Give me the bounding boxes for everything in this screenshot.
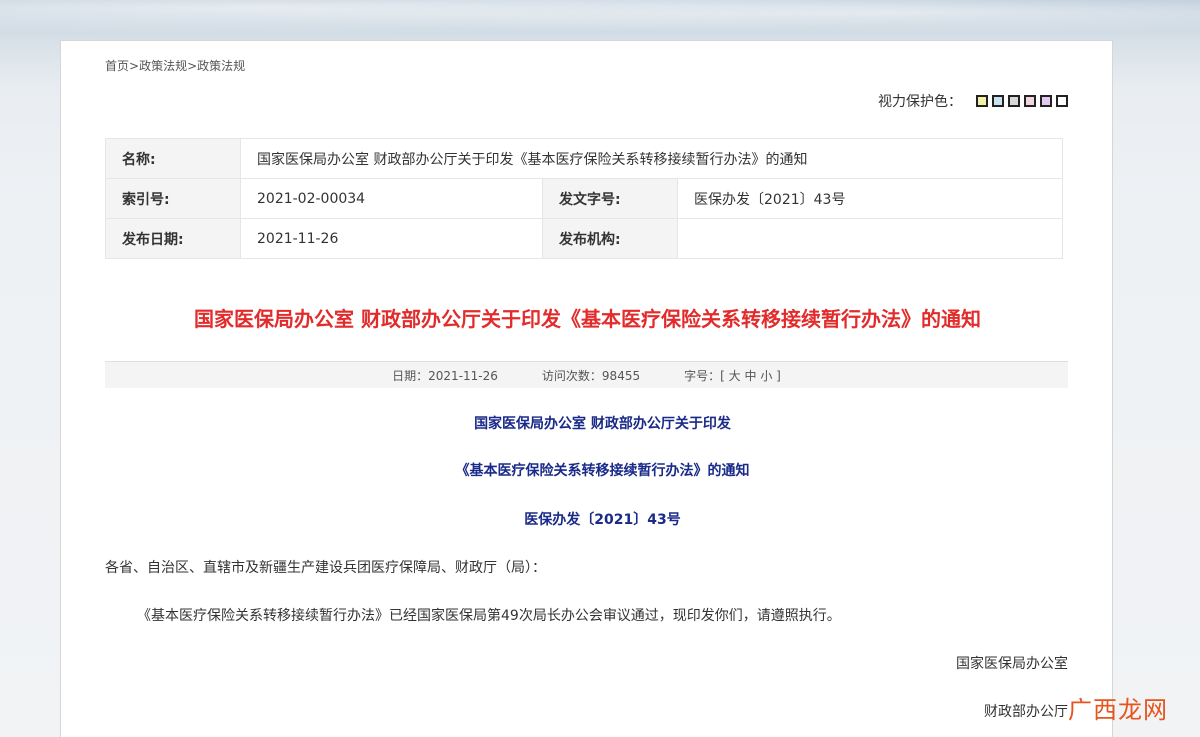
breadcrumb-separator: > <box>187 59 198 73</box>
meta-docno-key: 发文字号: <box>542 178 678 219</box>
breadcrumb-separator: > <box>129 59 140 73</box>
meta-date-value: 2021-11-26 <box>240 218 543 259</box>
font-size-selector: 字号：[ 大 中 小 ] <box>684 367 781 384</box>
font-size-large[interactable]: 大 <box>729 369 741 383</box>
swatch-pink[interactable] <box>1024 95 1036 107</box>
meta-name-value: 国家医保局办公室 财政部办公厅关于印发《基本医疗保险关系转移接续暂行办法》的通知 <box>240 138 1063 179</box>
meta-row-date: 发布日期: 2021-11-26 发布机构: <box>105 218 1063 259</box>
meta-docno-value: 医保办发〔2021〕43号 <box>677 178 1063 219</box>
font-size-bracket: ] <box>776 368 781 383</box>
signature-nhsa-office: 国家医保局办公室 <box>956 656 1068 672</box>
meta-index-key: 索引号: <box>105 178 241 219</box>
breadcrumb: 首页>政策法规>政策法规 <box>105 57 245 74</box>
swatch-gray[interactable] <box>1008 95 1020 107</box>
font-size-medium[interactable]: 中 <box>744 369 756 383</box>
eye-care-color-picker: 视力保护色： <box>878 91 1068 111</box>
meta-index-value: 2021-02-00034 <box>240 178 543 219</box>
content-panel: 首页>政策法规>政策法规 视力保护色： 名称: 国家医保局办公室 财政部办公厅关… <box>60 40 1113 737</box>
publish-date: 日期：2021-11-26 <box>392 367 498 384</box>
publish-date-value: 2021-11-26 <box>428 368 498 383</box>
visit-count-label: 访问次数： <box>541 368 602 383</box>
meta-row-index: 索引号: 2021-02-00034 发文字号: 医保办发〔2021〕43号 <box>105 178 1063 219</box>
breadcrumb-policy[interactable]: 政策法规 <box>139 59 187 73</box>
watermark-logo: 广西龙网 <box>1068 696 1168 724</box>
doc-heading-line1: 国家医保局办公室 财政部办公厅关于印发 <box>474 416 731 432</box>
doc-heading-line2: 《基本医疗保险关系转移接续暂行办法》的通知 <box>455 463 750 479</box>
meta-org-value <box>677 218 1063 259</box>
document-meta-table: 名称: 国家医保局办公室 财政部办公厅关于印发《基本医疗保险关系转移接续暂行办法… <box>105 138 1063 259</box>
swatch-yellow[interactable] <box>976 95 988 107</box>
breadcrumb-home[interactable]: 首页 <box>105 59 129 73</box>
meta-date-key: 发布日期: <box>105 218 241 259</box>
visit-count-value: 98455 <box>601 368 641 383</box>
publish-date-label: 日期： <box>392 368 429 383</box>
article-info-bar: 日期：2021-11-26 访问次数：98455 字号：[ 大 中 小 ] <box>105 361 1068 388</box>
visit-count: 访问次数：98455 <box>542 367 640 384</box>
meta-org-key: 发布机构: <box>542 218 678 259</box>
swatch-white[interactable] <box>1056 95 1068 107</box>
background-sky <box>0 0 1200 40</box>
doc-body-paragraph: 《基本医疗保险关系转移接续暂行办法》已经国家医保局第49次局长办公会审议通过，现… <box>137 608 841 624</box>
meta-row-name: 名称: 国家医保局办公室 财政部办公厅关于印发《基本医疗保险关系转移接续暂行办法… <box>105 138 1063 179</box>
page-title: 国家医保局办公室 财政部办公厅关于印发《基本医疗保险关系转移接续暂行办法》的通知 <box>194 307 981 331</box>
meta-name-key: 名称: <box>105 138 241 179</box>
swatch-purple[interactable] <box>1040 95 1052 107</box>
breadcrumb-policy-current[interactable]: 政策法规 <box>197 59 245 73</box>
font-size-small[interactable]: 小 <box>760 369 772 383</box>
doc-number: 医保办发〔2021〕43号 <box>524 512 681 528</box>
swatch-blue[interactable] <box>992 95 1004 107</box>
signature-mof-office: 财政部办公厅 <box>984 704 1068 720</box>
eye-care-label: 视力保护色： <box>878 94 962 110</box>
doc-salutation: 各省、自治区、直辖市及新疆生产建设兵团医疗保障局、财政厅（局）： <box>105 560 546 576</box>
font-size-label: 字号：[ <box>684 368 725 383</box>
